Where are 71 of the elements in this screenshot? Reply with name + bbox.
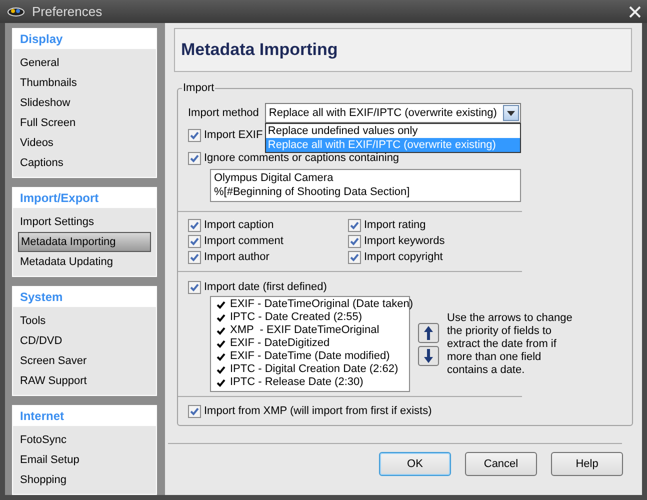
checkbox[interactable] [188,404,201,418]
checkbox[interactable] [188,250,201,264]
sidebar-item[interactable]: Shopping [18,470,151,490]
list-item[interactable]: IPTC - Release Date (2:30) [230,376,364,389]
sidebar-item[interactable]: Metadata Importing [18,232,151,252]
checkbox-label: Import comment [204,234,284,249]
checkbox[interactable] [188,152,201,164]
section-header: Display [13,29,156,49]
section-header: Internet [13,406,156,426]
checkbox-label: Import copyright [364,250,443,265]
dropdown-value: Replace all with EXIF/IPTC (overwrite existing) [268,106,498,121]
checkbox-label: Import rating [364,218,426,233]
checkbox[interactable] [188,280,201,294]
list-item[interactable]: EXIF - DateTimeOriginal (Date taken) [230,298,413,311]
checkbox-label: Import author [204,250,270,265]
import-method-dropdown[interactable]: Replace all with EXIF/IPTC (overwrite existing) [264,103,521,123]
sidebar-item[interactable]: Videos [18,133,151,153]
sidebar-item[interactable]: Email Setup [18,450,151,470]
sidebar-item[interactable]: Import Settings [18,212,151,232]
checkbox-label: Import caption [204,218,274,233]
caret-icon[interactable] [502,105,519,121]
sidebar-item[interactable]: Metadata Updating [18,252,151,272]
section-header: Import/Export [13,188,156,208]
checkbox[interactable] [215,312,227,324]
sidebar-item[interactable]: FotoSync [18,430,151,450]
sidebar-item[interactable]: Captions [18,153,151,173]
text-line: Olympus Digital Camera [214,171,334,185]
checkbox[interactable] [215,364,227,376]
sidebar-item[interactable]: Screen Saver [18,351,151,371]
text-line: %[#Beginning of Shooting Data Section] [214,185,411,199]
checkbox-label: Import date (first defined) [204,280,327,295]
list-item[interactable]: IPTC - Date Created (2:55) [230,311,362,324]
close-icon[interactable] [629,6,641,18]
sidebar-item[interactable]: CD/DVD [18,331,151,351]
checkbox[interactable] [348,250,361,264]
checkbox[interactable] [215,324,227,336]
help-text: Use the arrows to change the priority of fields to extract the date from if more than one field contains a date. [447,312,574,376]
checkbox[interactable] [215,350,227,362]
window-title: Preferences [32,2,102,21]
checkbox-label: Import EXIF [204,128,263,143]
checkbox[interactable] [215,298,227,310]
checkbox[interactable] [348,218,361,232]
checkbox[interactable] [188,218,201,232]
dropdown-option[interactable]: Replace undefined values only [266,124,520,138]
sidebar-item[interactable]: RAW Support [18,371,151,391]
checkbox[interactable] [348,234,361,248]
checkbox[interactable] [188,234,201,248]
field-label: Import method [188,106,259,121]
app-logo-icon [6,6,26,18]
sidebar-item[interactable]: General [18,53,151,73]
sidebar-item[interactable]: Full Screen [18,113,151,133]
checkbox-label: Import from XMP (will import from first if exists) [204,404,432,419]
section-header: System [13,287,156,307]
sidebar-item[interactable]: Slideshow [18,93,151,113]
dialog-button[interactable]: Help [551,452,623,476]
checkbox-label: Ignore comments or captions containing [204,150,400,166]
checkbox[interactable] [188,128,201,142]
list-item[interactable]: EXIF - DateDigitized [230,337,330,350]
dialog-button[interactable]: OK [379,452,451,476]
group-legend: Import [182,81,216,95]
sidebar-item[interactable]: Tools [18,311,151,331]
list-item[interactable]: IPTC - Digital Creation Date (2:62) [230,363,398,376]
checkbox[interactable] [215,338,227,350]
dialog-button[interactable]: Cancel [465,452,537,476]
checkbox[interactable] [215,376,227,388]
list-item[interactable]: XMP - EXIF DateTimeOriginal [230,324,380,337]
list-item[interactable]: EXIF - DateTime (Date modified) [230,350,390,363]
ignore-text-area[interactable]: Olympus Digital Camera %[#Beginning of Shooting Data Section] [210,169,521,202]
checkbox-label: Import keywords [364,234,445,249]
page-title: Metadata Importing [181,39,338,62]
sidebar-item[interactable]: Thumbnails [18,73,151,93]
